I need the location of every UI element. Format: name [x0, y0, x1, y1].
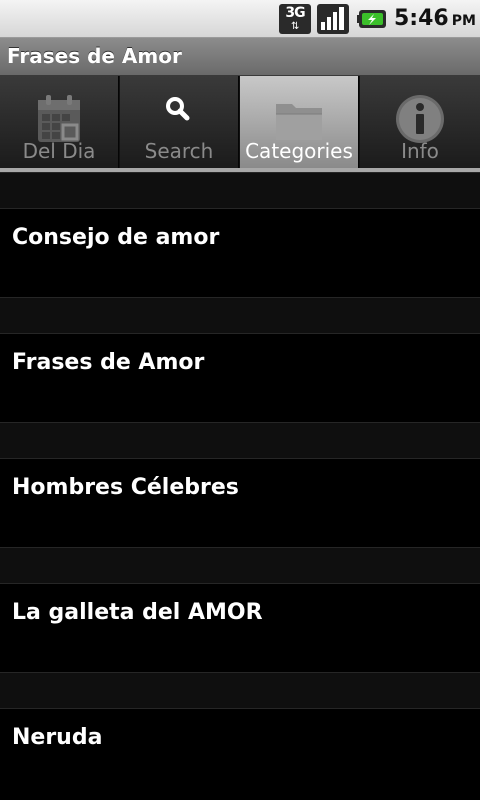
list-item-label: Hombres Célebres: [12, 475, 239, 500]
list-separator: [0, 672, 480, 709]
clock-time: 5:46: [394, 6, 449, 31]
network-3g-icon: 3G ⇅: [279, 4, 311, 34]
clock: 5:46 PM: [394, 6, 476, 34]
list-separator: [0, 547, 480, 584]
network-type: 3G: [285, 5, 305, 21]
signal-strength-icon: [317, 4, 349, 34]
tab-info[interactable]: Info: [360, 76, 480, 168]
status-bar: 3G ⇅ 5:46 PM: [0, 0, 480, 38]
list-item[interactable]: Frases de Amor: [0, 334, 480, 422]
category-list: Consejo de amor Frases de Amor Hombres C…: [0, 172, 480, 800]
tab-label: Search: [144, 139, 214, 163]
list-item-label: Frases de Amor: [12, 350, 205, 375]
app-title: Frases de Amor: [7, 44, 182, 68]
list-item[interactable]: Hombres Célebres: [0, 459, 480, 547]
list-separator: [0, 422, 480, 459]
list-item-label: La galleta del AMOR: [12, 600, 263, 625]
app-title-bar: Frases de Amor: [0, 38, 480, 76]
list-item[interactable]: Consejo de amor: [0, 209, 480, 297]
battery-charging-icon: [357, 10, 386, 28]
list-separator: [0, 297, 480, 334]
tab-search[interactable]: Search: [120, 76, 239, 168]
list-item[interactable]: Neruda: [0, 709, 480, 797]
list-item[interactable]: La galleta del AMOR: [0, 584, 480, 672]
tab-categories[interactable]: Categories: [240, 76, 359, 168]
info-icon: [396, 95, 444, 143]
calendar-icon: [38, 95, 80, 142]
network-arrows: ⇅: [291, 21, 300, 32]
tab-label: Info: [401, 139, 439, 163]
tab-label: Del Dia: [22, 139, 96, 163]
tab-label: Categories: [245, 139, 353, 163]
search-icon: [166, 97, 190, 121]
folder-icon: [276, 104, 322, 140]
list-item-label: Consejo de amor: [12, 225, 220, 250]
tab-bar: Del Dia Search Categories Info: [0, 76, 480, 168]
clock-ampm: PM: [451, 13, 476, 29]
tab-del-dia[interactable]: Del Dia: [0, 76, 119, 168]
list-item-label: Neruda: [12, 725, 103, 750]
list-separator: [0, 172, 480, 209]
